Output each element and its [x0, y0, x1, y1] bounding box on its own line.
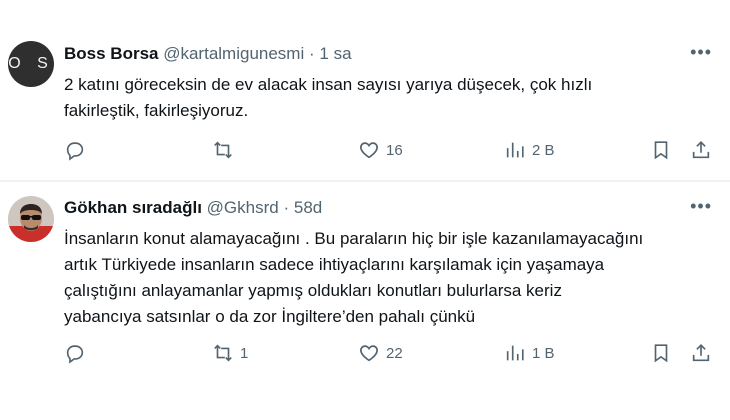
retweet-icon	[214, 344, 232, 362]
avatar[interactable]	[8, 196, 54, 242]
share-button[interactable]	[690, 342, 712, 364]
reply-button[interactable]	[64, 139, 92, 161]
more-icon[interactable]: •••	[690, 196, 712, 217]
tweet-text-line: İnsanların konut alamayacağını . Bu para…	[64, 229, 644, 248]
author-name[interactable]: Gökhan sıradağlı	[64, 198, 202, 217]
action-bar: 16 2 B	[64, 139, 730, 165]
views-icon	[506, 345, 524, 361]
tweet-header: Gökhan sıradağlı @Gkhsrd · 58d	[64, 198, 322, 218]
like-count: 22	[386, 344, 403, 362]
tweet-text-line: artık Türkiyede insanların sadece ihtiya…	[64, 255, 605, 274]
share-icon	[692, 141, 710, 159]
author-handle[interactable]: @kartalmigunesmi	[163, 44, 304, 63]
bookmark-icon	[654, 141, 668, 160]
views-button[interactable]: 1 B	[504, 342, 555, 364]
like-button[interactable]: 22	[358, 342, 403, 364]
reply-icon	[66, 345, 84, 364]
bookmark-button[interactable]	[650, 139, 672, 161]
tweet-header: Boss Borsa @kartalmigunesmi · 1 sa	[64, 44, 352, 64]
tweet-1[interactable]: O S Boss Borsa @kartalmigunesmi · 1 sa •…	[0, 0, 730, 181]
bookmark-icon	[654, 344, 668, 363]
tweet-text: 2 katını göreceksin de ev alacak insan s…	[64, 72, 719, 124]
bookmark-button[interactable]	[650, 342, 672, 364]
author-name[interactable]: Boss Borsa	[64, 44, 158, 63]
like-icon	[360, 142, 378, 159]
avatar[interactable]: O S	[8, 41, 54, 87]
retweet-count: 1	[240, 344, 249, 362]
views-button[interactable]: 2 B	[504, 139, 555, 161]
more-icon[interactable]: •••	[690, 42, 712, 63]
tweet-text: İnsanların konut alamayacağını . Bu para…	[64, 226, 719, 330]
reply-button[interactable]	[64, 342, 92, 364]
like-button[interactable]: 16	[358, 139, 403, 161]
share-icon	[692, 344, 710, 362]
avatar-text: O S	[8, 55, 54, 72]
tweet-text-line: yabancıya satsınlar o da zor İngiltere’d…	[64, 307, 476, 326]
author-handle[interactable]: @Gkhsrd	[207, 198, 279, 217]
share-button[interactable]	[690, 139, 712, 161]
timestamp[interactable]: 1 sa	[319, 44, 351, 63]
retweet-button[interactable]: 1	[212, 342, 248, 364]
tweet-text-line: fakirleştik, fakirleşiyoruz.	[64, 101, 249, 120]
divider	[0, 181, 730, 182]
retweet-button[interactable]	[212, 139, 240, 161]
tweet-text-line: 2 katını göreceksin de ev alacak insan s…	[64, 75, 593, 94]
profile-photo-icon	[8, 196, 54, 242]
tweet-text-line: çalıştığını anlayamanlar yapmış olduklar…	[64, 281, 562, 300]
like-count: 16	[386, 141, 403, 159]
action-bar: 1 22 1 B	[64, 342, 730, 368]
separator-dot: ·	[283, 198, 290, 217]
like-icon	[360, 345, 378, 362]
separator-dot: ·	[308, 44, 315, 63]
retweet-icon	[214, 141, 232, 159]
views-count: 2 B	[532, 141, 555, 159]
timestamp[interactable]: 58d	[294, 198, 322, 217]
views-count: 1 B	[532, 344, 555, 362]
reply-icon	[66, 142, 84, 161]
views-icon	[506, 142, 524, 158]
